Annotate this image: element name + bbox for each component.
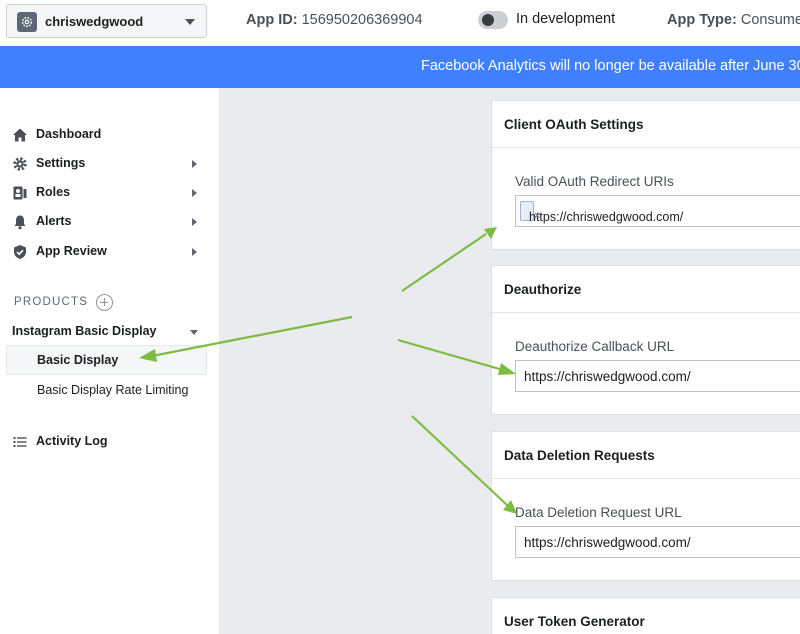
oauth-redirect-uris-label: Valid OAuth Redirect URIs bbox=[515, 174, 674, 189]
app-id: App ID: 156950206369904 bbox=[246, 12, 423, 28]
top-bar: chriswedgwood App ID: 156950206369904 In… bbox=[0, 0, 800, 46]
card-deauthorize: Deauthorize Deauthorize Callback URL htt… bbox=[491, 265, 800, 415]
chevron-right-icon bbox=[192, 218, 197, 226]
sidebar-item-label: App Review bbox=[36, 244, 107, 258]
bell-icon bbox=[14, 215, 26, 230]
chevron-down-icon[interactable] bbox=[190, 330, 198, 335]
sidebar-item-label: Dashboard bbox=[36, 127, 102, 141]
sidebar: Dashboard Settings Roles Alerts App Revi… bbox=[0, 88, 219, 634]
development-mode-label: In development bbox=[516, 11, 616, 27]
chevron-right-icon bbox=[192, 160, 197, 168]
app-gear-icon bbox=[17, 12, 37, 32]
sidebar-item-app-review[interactable]: App Review bbox=[0, 240, 219, 264]
redirect-uri-token-text: https://chriswedgwood.com/ bbox=[529, 210, 684, 224]
chevron-right-icon bbox=[192, 248, 197, 256]
main-content: Client OAuth Settings Valid OAuth Redire… bbox=[219, 88, 800, 634]
card-title: Data Deletion Requests bbox=[504, 448, 655, 463]
home-icon bbox=[13, 128, 27, 142]
card-header: Data Deletion Requests bbox=[492, 432, 800, 479]
gear-icon bbox=[13, 157, 27, 171]
roles-icon bbox=[13, 186, 27, 200]
product-instagram-basic-display[interactable]: Instagram Basic Display bbox=[12, 324, 157, 338]
sidebar-item-label: Settings bbox=[36, 156, 86, 170]
card-data-deletion-requests: Data Deletion Requests Data Deletion Req… bbox=[491, 431, 800, 581]
sidebar-subitem-label: Basic Display bbox=[37, 353, 119, 367]
data-deletion-request-url-value: https://chriswedgwood.com/ bbox=[524, 535, 691, 550]
sidebar-item-alerts[interactable]: Alerts bbox=[0, 210, 219, 234]
chevron-down-icon bbox=[185, 19, 195, 25]
app-id-value: 156950206369904 bbox=[301, 12, 423, 28]
analytics-banner: Facebook Analytics will no longer be ava… bbox=[0, 46, 800, 88]
sidebar-item-dashboard[interactable]: Dashboard bbox=[0, 123, 219, 147]
card-title: User Token Generator bbox=[504, 614, 645, 629]
sidebar-subitem-basic-display[interactable]: Basic Display bbox=[6, 345, 207, 375]
sidebar-subitem-rate-limiting[interactable]: Basic Display Rate Limiting bbox=[37, 383, 188, 397]
deauthorize-callback-url-value: https://chriswedgwood.com/ bbox=[524, 369, 691, 384]
sidebar-item-settings[interactable]: Settings bbox=[0, 152, 219, 176]
card-header: Deauthorize bbox=[492, 266, 800, 313]
sidebar-item-label: Activity Log bbox=[36, 434, 108, 448]
deauthorize-callback-url-input[interactable]: https://chriswedgwood.com/ bbox=[515, 360, 800, 392]
deauthorize-callback-url-label: Deauthorize Callback URL bbox=[515, 339, 675, 354]
app-type-value: Consumer bbox=[740, 12, 800, 28]
add-product-plus-icon[interactable] bbox=[96, 294, 113, 311]
card-title: Client OAuth Settings bbox=[504, 117, 644, 132]
remove-token-icon[interactable]: × bbox=[534, 210, 540, 222]
sidebar-item-label: Alerts bbox=[36, 214, 72, 228]
banner-text: Facebook Analytics will no longer be ava… bbox=[421, 58, 800, 74]
card-user-token-generator: User Token Generator bbox=[491, 597, 800, 634]
sidebar-item-roles[interactable]: Roles bbox=[0, 181, 219, 205]
data-deletion-request-url-label: Data Deletion Request URL bbox=[515, 505, 682, 520]
app-id-label: App ID: bbox=[246, 12, 298, 28]
app-name: chriswedgwood bbox=[45, 14, 144, 29]
chevron-right-icon bbox=[192, 189, 197, 197]
card-client-oauth-settings: Client OAuth Settings Valid OAuth Redire… bbox=[491, 100, 800, 250]
toggle-knob bbox=[482, 14, 494, 26]
sidebar-item-activity-log[interactable]: Activity Log bbox=[0, 430, 219, 454]
card-header: Client OAuth Settings bbox=[492, 101, 800, 148]
redirect-uri-token[interactable]: https://chriswedgwood.com/ × bbox=[520, 201, 683, 224]
card-header: User Token Generator bbox=[492, 598, 800, 634]
shield-check-icon bbox=[14, 245, 26, 259]
development-mode-toggle[interactable] bbox=[478, 11, 508, 29]
card-title: Deauthorize bbox=[504, 282, 582, 297]
products-heading: PRODUCTS bbox=[14, 296, 89, 308]
app-selector[interactable]: chriswedgwood bbox=[6, 4, 207, 38]
sidebar-item-label: Roles bbox=[36, 185, 71, 199]
data-deletion-request-url-input[interactable]: https://chriswedgwood.com/ bbox=[515, 526, 800, 558]
app-type-label: App Type: bbox=[667, 12, 737, 28]
oauth-redirect-uris-input[interactable]: https://chriswedgwood.com/ × bbox=[515, 195, 800, 227]
app-type: App Type: Consumer bbox=[667, 12, 800, 28]
list-icon bbox=[13, 437, 27, 447]
